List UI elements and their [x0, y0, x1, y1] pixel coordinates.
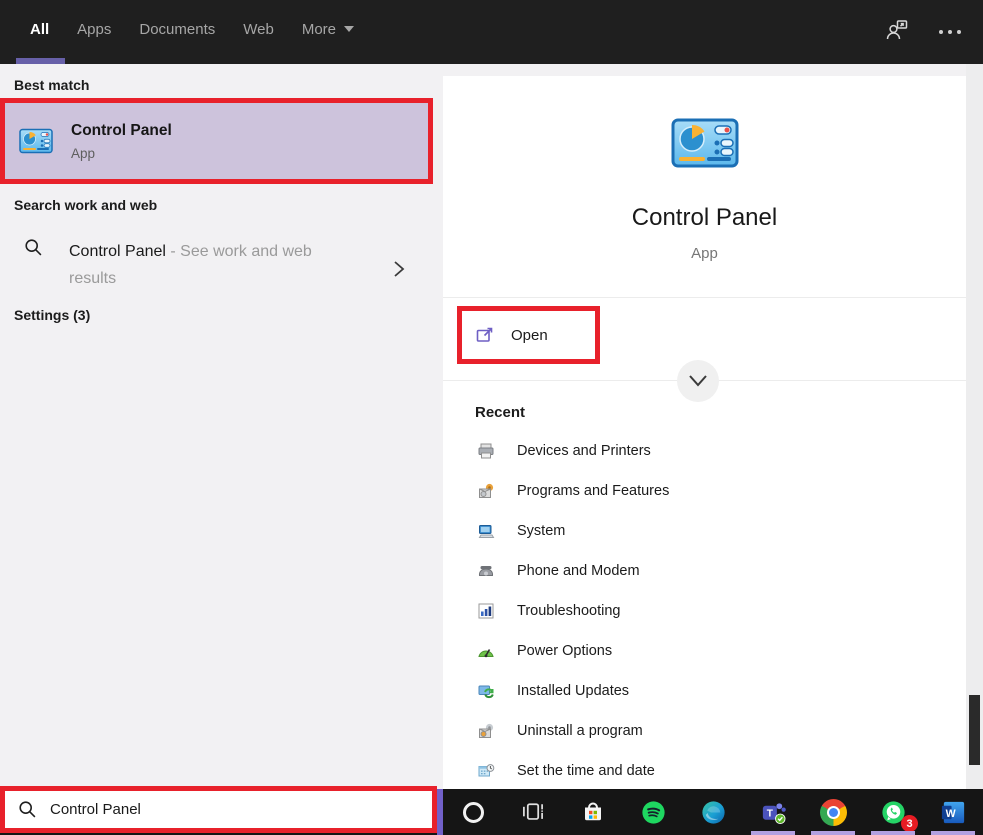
web-section-header: Search work and web — [14, 197, 157, 213]
annotation-box-best-match: Control Panel App — [0, 98, 433, 184]
taskbar-teams-button[interactable]: T — [743, 789, 803, 835]
best-match-subtitle: App — [71, 146, 172, 161]
taskbar-microsoft-store-button[interactable] — [563, 789, 623, 835]
recent-item-installed-updates[interactable]: Installed Updates — [443, 671, 966, 711]
recent-item-devices-and-printers[interactable]: Devices and Printers — [443, 431, 966, 471]
web-result-query: Control Panel — [69, 243, 166, 260]
svg-text:W: W — [945, 807, 956, 819]
chevron-right-icon — [391, 259, 407, 279]
tab-documents[interactable]: Documents — [139, 21, 215, 38]
taskbar: T 3 — [0, 789, 983, 835]
taskbar-whatsapp-button[interactable]: 3 — [863, 789, 923, 835]
expand-button[interactable] — [677, 360, 719, 402]
taskbar-edge-button[interactable] — [683, 789, 743, 835]
windows-search-panel: All Apps Documents Web More Best m — [0, 0, 983, 835]
power-meter-icon — [477, 642, 495, 660]
control-panel-icon — [19, 128, 53, 154]
word-icon: W — [939, 798, 968, 827]
settings-section-header: Settings (3) — [14, 307, 90, 323]
search-icon — [18, 800, 37, 819]
recent-section: Recent Devices and Printers — [443, 382, 966, 789]
dropdown-arrow-icon — [344, 26, 354, 32]
best-match-header: Best match — [14, 77, 89, 93]
taskbar-chrome-button[interactable] — [803, 789, 863, 835]
running-indicator — [811, 831, 855, 835]
web-search-result[interactable]: Control Panel - See work and web results — [0, 224, 433, 300]
tab-apps[interactable]: Apps — [77, 21, 111, 38]
scrollbar-track — [966, 64, 983, 789]
taskbar-task-view-button[interactable] — [503, 789, 563, 835]
taskbar-spotify-button[interactable] — [623, 789, 683, 835]
task-view-icon — [520, 799, 546, 825]
tab-more[interactable]: More — [302, 21, 354, 38]
calendar-clock-icon — [477, 762, 495, 780]
chrome-icon — [820, 799, 847, 826]
app-preview: Control Panel App — [443, 76, 966, 298]
running-indicator — [871, 831, 915, 835]
search-header: All Apps Documents Web More — [0, 0, 983, 64]
tab-web[interactable]: Web — [243, 21, 274, 38]
software-box-icon — [477, 482, 495, 500]
annotation-box-open: Open — [457, 306, 600, 364]
chevron-down-icon — [686, 373, 710, 389]
open-external-icon — [475, 325, 495, 345]
running-indicator — [931, 831, 975, 835]
taskbar-word-button[interactable]: W — [923, 789, 983, 835]
running-indicator — [751, 831, 795, 835]
recent-item-system[interactable]: System — [443, 511, 966, 551]
teams-icon: T — [759, 798, 788, 827]
open-button-label: Open — [511, 327, 548, 344]
computer-icon — [477, 522, 495, 540]
recent-header: Recent — [475, 404, 966, 421]
best-match-result[interactable]: Control Panel App — [5, 103, 428, 179]
tab-all[interactable]: All — [30, 21, 49, 38]
printer-icon — [477, 442, 495, 460]
spotify-icon — [639, 798, 668, 827]
open-button[interactable]: Open — [462, 311, 595, 359]
control-panel-icon — [671, 118, 739, 168]
taskbar-cortana-button[interactable] — [443, 789, 503, 835]
annotation-box-search — [0, 786, 437, 833]
best-match-title: Control Panel — [71, 122, 172, 140]
chart-troubleshoot-icon — [477, 602, 495, 620]
tab-more-label: More — [302, 21, 336, 38]
microsoft-store-icon — [578, 797, 608, 827]
recent-item-power-options[interactable]: Power Options — [443, 631, 966, 671]
svg-text:T: T — [766, 808, 773, 819]
search-icon — [24, 238, 43, 257]
software-box-icon — [477, 722, 495, 740]
person-feedback-icon[interactable] — [885, 18, 909, 47]
taskbar-search-input[interactable] — [50, 801, 432, 818]
recent-item-troubleshooting[interactable]: Troubleshooting — [443, 591, 966, 631]
results-left-panel: Best match — [0, 64, 443, 789]
scrollbar-thumb[interactable] — [969, 695, 980, 765]
recent-item-uninstall-a-program[interactable]: Uninstall a program — [443, 711, 966, 751]
preview-right-panel: Control Panel App Open Recent — [443, 76, 966, 789]
notification-badge: 3 — [901, 815, 918, 832]
phone-icon — [477, 562, 495, 580]
recent-item-set-the-time-and-date[interactable]: Set the time and date — [443, 751, 966, 791]
edge-icon — [699, 798, 728, 827]
updates-icon — [477, 682, 495, 700]
search-filter-tabs: All Apps Documents Web More — [30, 0, 354, 58]
ellipsis-icon[interactable] — [939, 30, 961, 34]
recent-item-phone-and-modem[interactable]: Phone and Modem — [443, 551, 966, 591]
cortana-icon — [463, 802, 484, 823]
recent-item-programs-and-features[interactable]: Programs and Features — [443, 471, 966, 511]
preview-app-title: Control Panel — [632, 204, 777, 232]
taskbar-apps: T 3 — [443, 789, 983, 835]
preview-app-subtitle: App — [691, 245, 718, 262]
